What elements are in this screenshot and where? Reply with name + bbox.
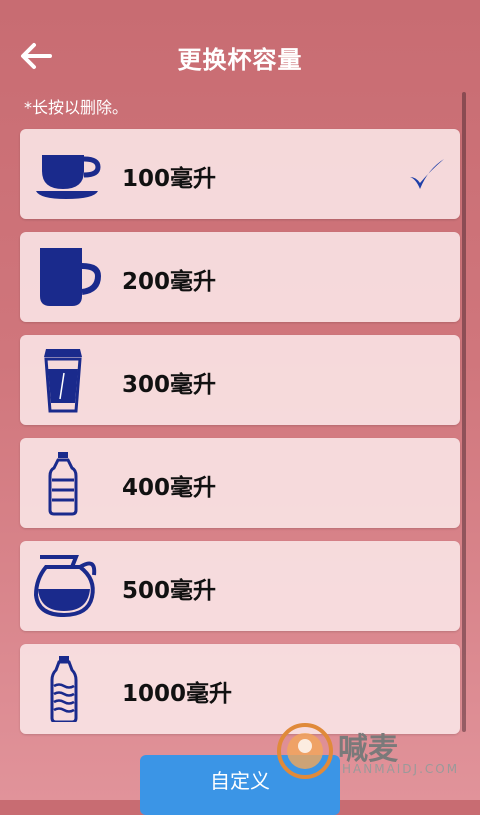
large-bottle-icon bbox=[50, 656, 78, 722]
takeaway-cup-icon bbox=[44, 349, 82, 413]
scrollbar[interactable] bbox=[462, 92, 466, 732]
cup-size-item-400[interactable]: 400毫升 bbox=[20, 438, 460, 528]
cup-size-item-300[interactable]: 300毫升 bbox=[20, 335, 460, 425]
cup-size-list: 100毫升 200毫升 300毫升 400毫升 500毫升 1000毫升 bbox=[20, 129, 460, 747]
watermark-logo-icon bbox=[277, 723, 333, 779]
cup-size-label: 300毫升 bbox=[122, 372, 217, 398]
watermark-subtext: HANMAIDJ.COM bbox=[342, 762, 460, 776]
mug-icon bbox=[40, 248, 102, 306]
status-bar bbox=[0, 0, 480, 6]
cup-size-item-100[interactable]: 100毫升 bbox=[20, 129, 460, 219]
cup-saucer-icon bbox=[36, 155, 101, 199]
watermark: 喊麦 HANMAIDJ.COM bbox=[272, 718, 480, 788]
small-bottle-icon bbox=[48, 452, 78, 516]
page-title: 更换杯容量 bbox=[177, 46, 303, 74]
hint-text: *长按以删除。 bbox=[24, 98, 129, 117]
cup-size-label: 400毫升 bbox=[122, 475, 217, 501]
cup-size-label: 1000毫升 bbox=[122, 681, 233, 707]
checkmark-icon bbox=[410, 159, 444, 189]
cup-size-label: 100毫升 bbox=[122, 166, 217, 192]
header: 更换杯容量 bbox=[0, 22, 480, 86]
cup-size-item-200[interactable]: 200毫升 bbox=[20, 232, 460, 322]
jug-icon bbox=[33, 555, 97, 618]
cup-size-label: 500毫升 bbox=[122, 578, 217, 604]
cup-size-label: 200毫升 bbox=[122, 269, 217, 295]
cup-size-item-500[interactable]: 500毫升 bbox=[20, 541, 460, 631]
